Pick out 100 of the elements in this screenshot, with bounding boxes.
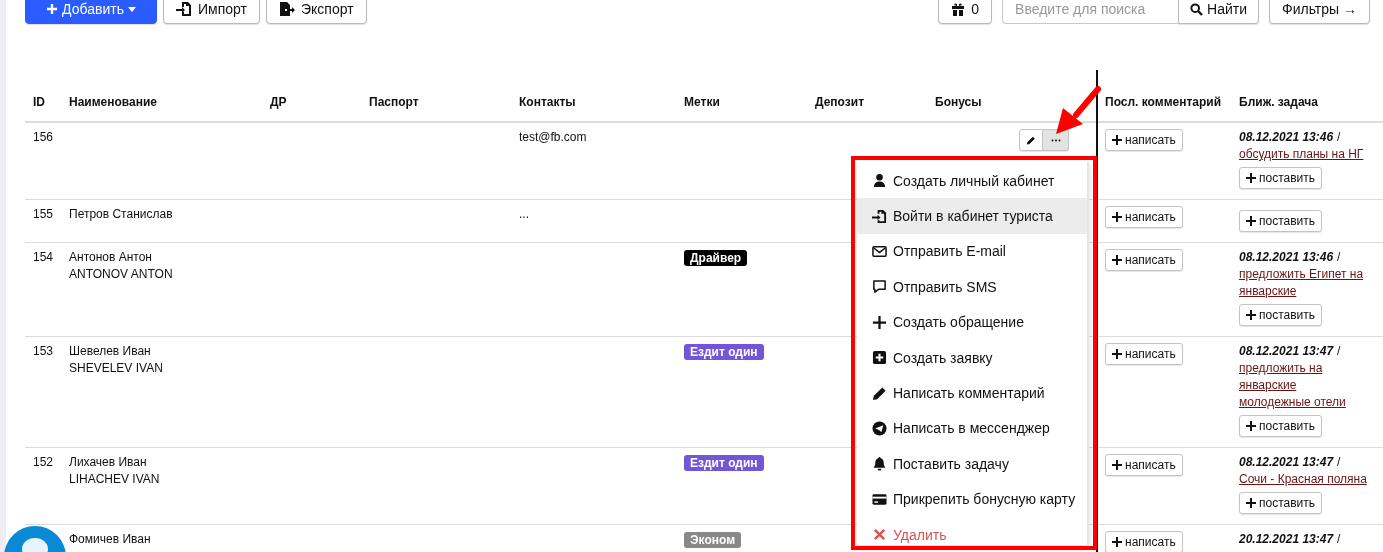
write-comment-button[interactable]: написать xyxy=(1105,531,1183,552)
caret-icon xyxy=(127,6,136,12)
write-comment-button[interactable]: написать xyxy=(1105,343,1183,365)
task-date: 08.12.2021 13:47 xyxy=(1239,454,1334,471)
name-cell-text: Шевелев Иван xyxy=(69,343,152,360)
column-header: Метки xyxy=(684,95,720,109)
set-task-button[interactable]: поставить xyxy=(1239,210,1323,232)
menu-item[interactable]: Создать личный кабинет xyxy=(857,163,1087,199)
plus-icon xyxy=(1246,421,1256,431)
contact-cell: test@fb.com xyxy=(519,130,587,144)
task-date: 08.12.2021 13:47 xyxy=(1239,343,1334,360)
separator: / xyxy=(1337,343,1341,360)
menu-item[interactable]: Поставить задачу xyxy=(857,446,1087,482)
task-link[interactable]: предложить Египет на январские xyxy=(1239,266,1364,300)
speech-bubble-icon xyxy=(872,279,887,295)
column-header: Контакты xyxy=(519,95,576,109)
task-link[interactable]: Сочи - Красная поляна xyxy=(1239,471,1367,488)
name-cell-text: SHEVELEV IVAN xyxy=(69,360,164,377)
set-task-button[interactable]: поставить xyxy=(1239,304,1323,326)
tag: Ездит один xyxy=(684,455,764,471)
id-cell: 152 xyxy=(33,455,54,469)
file-import-icon xyxy=(176,1,192,17)
plus-icon xyxy=(1246,498,1256,508)
credit-card-icon xyxy=(872,491,887,507)
write-comment-button[interactable]: написать xyxy=(1105,206,1183,228)
gift-button[interactable]: 0 xyxy=(938,0,993,24)
menu-item[interactable]: Создать заявку xyxy=(857,339,1087,376)
plus-icon xyxy=(872,314,887,330)
search-icon xyxy=(1190,2,1204,16)
bell-icon xyxy=(872,456,887,472)
task-date: 20.12.2021 13:47 xyxy=(1239,531,1334,548)
name-cell-text: Антонов Антон xyxy=(69,249,153,266)
plus-icon xyxy=(1246,173,1256,183)
task-link[interactable]: обсудить планы на НГ xyxy=(1239,146,1364,163)
task-date: 08.12.2021 13:46 xyxy=(1239,129,1334,146)
plus-icon xyxy=(1246,216,1256,226)
tag: Драйвер xyxy=(684,250,748,266)
menu-item[interactable]: Создать обращение xyxy=(857,304,1087,340)
plus-square-icon xyxy=(872,350,887,366)
plus-icon xyxy=(1112,460,1122,470)
name-cell-text: Фомичев Иван xyxy=(69,531,152,548)
separator: / xyxy=(1337,129,1341,146)
menu-item[interactable]: Отправить SMS xyxy=(857,269,1087,305)
name-cell-text: ANTONOV ANTON xyxy=(69,266,174,283)
separator: / xyxy=(1337,249,1341,266)
pencil-icon xyxy=(872,385,887,401)
write-comment-button[interactable]: написать xyxy=(1105,454,1183,476)
file-export-icon xyxy=(278,1,295,17)
user-icon xyxy=(872,173,887,189)
menu-item[interactable]: Удалить xyxy=(857,516,1087,552)
column-header: Посл. комментарий xyxy=(1105,95,1222,109)
set-task-button[interactable]: поставить xyxy=(1239,415,1323,437)
plus-icon xyxy=(1112,212,1122,222)
search-button[interactable]: Найти xyxy=(1178,0,1259,24)
name-cell-text: Лихачев Иван xyxy=(69,454,148,471)
contact-cell: ... xyxy=(519,207,529,221)
tag: Ездит один xyxy=(684,344,764,360)
plus-icon xyxy=(1246,310,1256,320)
plus-icon xyxy=(1112,349,1122,359)
column-header: ДР xyxy=(270,95,287,109)
sign-in-icon xyxy=(872,208,887,224)
id-cell: 153 xyxy=(33,344,54,358)
column-header: Бонусы xyxy=(935,95,982,109)
export-button[interactable]: Экспорт xyxy=(265,0,367,24)
menu-item[interactable]: Написать в мессенджер xyxy=(857,410,1087,447)
import-button[interactable]: Импорт xyxy=(163,0,260,24)
filters-button[interactable]: Фильтры → xyxy=(1269,0,1370,24)
add-button[interactable]: Добавить xyxy=(25,0,157,24)
menu-item[interactable]: Войти в кабинет туриста xyxy=(857,198,1087,234)
plus-icon xyxy=(46,3,59,15)
write-comment-button[interactable]: написать xyxy=(1105,249,1183,271)
plus-icon xyxy=(1112,135,1122,145)
search-field[interactable]: Введите для поиска xyxy=(1002,0,1179,24)
arrow-annotation xyxy=(1056,86,1101,134)
gift-icon xyxy=(951,2,966,16)
menu-item[interactable]: Прикрепить бонусную карту xyxy=(857,481,1087,517)
edit-button[interactable] xyxy=(1019,129,1043,151)
ellipsis-icon xyxy=(1050,138,1061,142)
menu-item[interactable]: Написать комментарий xyxy=(857,375,1087,411)
task-link[interactable]: предложить на январские молодежные отели xyxy=(1239,360,1346,411)
separator: / xyxy=(1337,531,1341,548)
plus-icon xyxy=(1112,537,1122,547)
id-cell: 154 xyxy=(33,250,54,264)
tag: Эконом xyxy=(684,532,741,548)
name-cell-text: LIHACHEV IVAN xyxy=(69,471,161,488)
separator: / xyxy=(1337,454,1341,471)
envelope-icon xyxy=(872,243,887,259)
column-header: Паспорт xyxy=(369,95,419,109)
id-cell: 156 xyxy=(33,130,54,144)
set-task-button[interactable]: поставить xyxy=(1239,492,1323,514)
column-header: Депозит xyxy=(815,95,864,109)
menu-item[interactable]: Отправить E-mail xyxy=(857,233,1087,270)
write-comment-button[interactable]: написать xyxy=(1105,129,1183,151)
column-header: Ближ. задача xyxy=(1239,95,1318,109)
column-header: ID xyxy=(33,95,45,109)
name-cell-text: Петров Станислав xyxy=(69,206,174,223)
close-icon xyxy=(872,527,887,543)
task-date: 08.12.2021 13:46 xyxy=(1239,249,1334,266)
pencil-icon xyxy=(1026,134,1036,146)
set-task-button[interactable]: поставить xyxy=(1239,167,1323,189)
